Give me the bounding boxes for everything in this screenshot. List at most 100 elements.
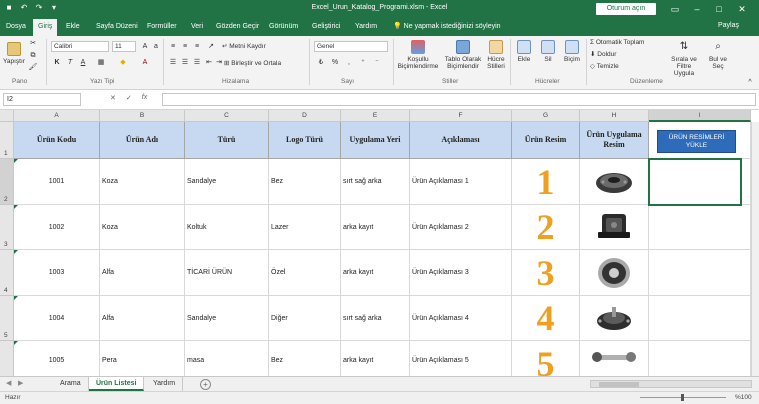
row-header-2[interactable]: 2 <box>0 159 14 205</box>
product-photo-cell[interactable] <box>580 296 649 341</box>
sheet-tab-help[interactable]: Yardım <box>146 377 184 391</box>
product-number-image[interactable]: 4 <box>512 296 580 341</box>
maximize-icon[interactable]: □ <box>708 0 730 19</box>
currency-icon[interactable]: ₺ <box>316 58 326 68</box>
tab-file[interactable]: Dosya <box>6 19 26 36</box>
close-icon[interactable]: ✕ <box>731 0 753 19</box>
table-cell[interactable]: Ürün Açıklaması 2 <box>410 205 512 250</box>
table-cell[interactable]: 1001 <box>14 159 100 205</box>
table-cell[interactable]: 1005 <box>14 341 100 376</box>
decrease-decimal-icon[interactable]: ⁻ <box>372 58 382 68</box>
product-number-image[interactable]: 3 <box>512 250 580 296</box>
font-color-icon[interactable]: A <box>140 58 150 68</box>
table-cell[interactable]: TİCARİ ÜRÜN <box>185 250 269 296</box>
product-number-image[interactable]: 2 <box>512 205 580 250</box>
table-cell[interactable]: 1002 <box>14 205 100 250</box>
signin-button[interactable]: Oturum açın <box>596 3 656 15</box>
row-header-5[interactable]: 5 <box>0 296 14 341</box>
insert-cells-button[interactable]: Ekle <box>513 40 535 63</box>
underline-button[interactable]: A <box>78 58 88 68</box>
column-header-c[interactable]: C <box>185 110 269 122</box>
zoom-knob[interactable] <box>681 394 684 401</box>
tab-help[interactable]: Yardım <box>355 19 377 36</box>
align-center-icon[interactable]: ☰ <box>180 58 190 68</box>
share-button[interactable]: Paylaş <box>718 22 739 29</box>
borders-icon[interactable]: ▦ <box>96 58 106 68</box>
column-header-f[interactable]: F <box>410 110 512 122</box>
table-cell[interactable]: Alfa <box>100 250 185 296</box>
tab-view[interactable]: Görünüm <box>269 19 298 36</box>
format-as-table-button[interactable]: Tablo Olarak Biçimlendir <box>442 40 484 70</box>
cell-i5[interactable] <box>649 296 751 341</box>
name-box[interactable]: I2 <box>3 93 81 106</box>
table-cell[interactable]: Ürün Açıklaması 4 <box>410 296 512 341</box>
percent-icon[interactable]: % <box>330 58 340 68</box>
conditional-format-button[interactable]: Koşullu Biçimlendirme <box>395 40 441 70</box>
tab-home[interactable]: Giriş <box>33 19 58 36</box>
table-cell[interactable]: Özel <box>269 250 341 296</box>
table-cell[interactable]: Lazer <box>269 205 341 250</box>
ribbon-display-icon[interactable]: ▭ <box>664 0 686 19</box>
paste-button[interactable]: Yapıştır <box>3 42 25 65</box>
orientation-icon[interactable]: ↗ <box>206 42 216 52</box>
column-header-b[interactable]: B <box>100 110 185 122</box>
increase-indent-icon[interactable]: ⇥ <box>214 58 224 68</box>
italic-button[interactable]: T <box>65 58 75 68</box>
product-photo-cell[interactable] <box>580 250 649 296</box>
product-photo-cell[interactable] <box>580 205 649 250</box>
shrink-font-icon[interactable]: a <box>151 42 161 52</box>
prev-sheet-icon[interactable]: ◀ <box>6 379 11 387</box>
table-cell[interactable]: Ürün Açıklaması 1 <box>410 159 512 205</box>
column-header-e[interactable]: E <box>341 110 410 122</box>
cell-i3[interactable] <box>649 205 751 250</box>
row-header-3[interactable]: 3 <box>0 205 14 250</box>
column-header-g[interactable]: G <box>512 110 580 122</box>
table-cell[interactable]: Ürün Açıklaması 5 <box>410 341 512 376</box>
horizontal-scrollbar[interactable] <box>590 380 752 388</box>
product-photo-cell[interactable] <box>580 159 649 205</box>
product-number-image[interactable]: 1 <box>512 159 580 205</box>
table-cell[interactable]: Sandalye <box>185 296 269 341</box>
table-cell[interactable]: Sandalye <box>185 159 269 205</box>
product-photo-cell[interactable] <box>580 341 649 376</box>
table-cell[interactable]: 1003 <box>14 250 100 296</box>
table-cell[interactable]: 1004 <box>14 296 100 341</box>
header-cell-name[interactable]: Ürün Adı <box>100 122 185 159</box>
tab-insert[interactable]: Ekle <box>66 19 80 36</box>
header-cell-image[interactable]: Ürün Resim <box>512 122 580 159</box>
tell-me-search[interactable]: 💡 Ne yapmak istediğinizi söyleyin <box>393 22 501 30</box>
header-cell-logo[interactable]: Logo Türü <box>269 122 341 159</box>
sheet-tab-product-list[interactable]: Ürün Listesi <box>89 377 145 391</box>
tab-formulas[interactable]: Formüller <box>147 19 177 36</box>
comma-style-icon[interactable]: , <box>344 58 354 68</box>
tab-developer[interactable]: Geliştirici <box>312 19 340 36</box>
table-cell[interactable]: Koza <box>100 159 185 205</box>
cancel-icon[interactable]: ✕ <box>110 94 116 102</box>
column-header-a[interactable]: A <box>14 110 100 122</box>
cell-i6[interactable] <box>649 341 751 376</box>
sort-filter-button[interactable]: ⇅ Sırala ve Filtre Uygula <box>667 40 701 77</box>
column-header-h[interactable]: H <box>580 110 649 122</box>
align-left-icon[interactable]: ☰ <box>168 58 178 68</box>
cell-styles-button[interactable]: Hücre Stilleri <box>485 40 507 70</box>
font-size-combo[interactable]: 11 <box>112 41 136 52</box>
find-select-button[interactable]: ⌕ Bul ve Seç <box>705 40 731 70</box>
tab-review[interactable]: Gözden Geçir <box>216 19 259 36</box>
table-cell[interactable]: Ürün Açıklaması 3 <box>410 250 512 296</box>
table-cell[interactable]: arka kayıt <box>341 250 410 296</box>
format-cells-button[interactable]: Biçim <box>561 40 583 63</box>
font-name-combo[interactable]: Calibri <box>51 41 109 52</box>
row-header-1[interactable]: 1 <box>0 122 14 159</box>
insert-function-icon[interactable]: fx <box>142 94 147 102</box>
grow-font-icon[interactable]: A <box>140 42 150 52</box>
column-header-d[interactable]: D <box>269 110 341 122</box>
header-cell-app-image[interactable]: Ürün Uygulama Resim <box>580 122 649 159</box>
align-bottom-icon[interactable]: ≡ <box>192 42 202 52</box>
column-header-i[interactable]: I <box>649 110 751 122</box>
table-cell[interactable]: Koltuk <box>185 205 269 250</box>
fill-button[interactable]: ⬇ Doldur <box>590 51 616 58</box>
bold-button[interactable]: K <box>52 58 62 68</box>
table-cell[interactable]: Alfa <box>100 296 185 341</box>
align-right-icon[interactable]: ☰ <box>192 58 202 68</box>
header-cell-desc[interactable]: Açıklaması <box>410 122 512 159</box>
